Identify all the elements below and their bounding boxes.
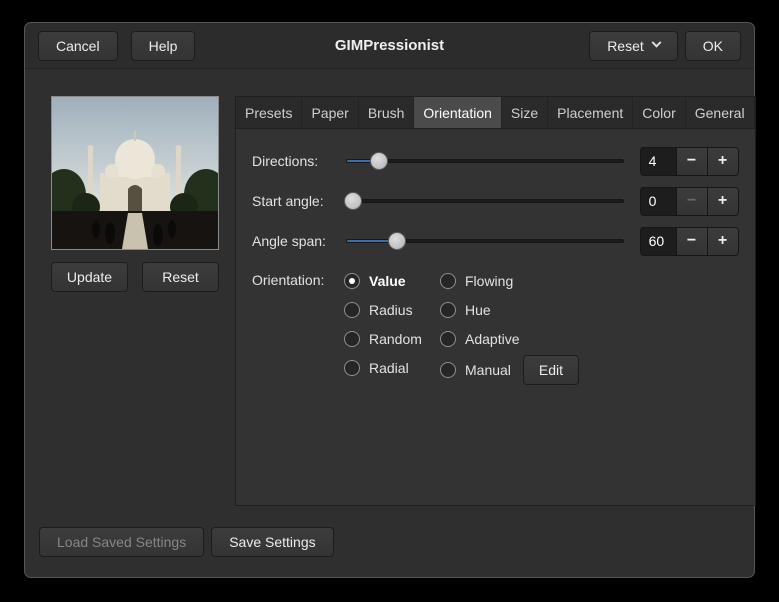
ok-button[interactable]: OK bbox=[684, 30, 741, 61]
radio-icon bbox=[440, 272, 456, 289]
reset-preview-button[interactable]: Reset bbox=[142, 262, 219, 292]
start-angle-value[interactable]: 0 bbox=[639, 186, 677, 216]
main-content: Update Reset Presets Paper Brush Orienta… bbox=[25, 69, 756, 506]
slider-fill bbox=[347, 240, 394, 242]
directions-slider[interactable] bbox=[344, 146, 626, 176]
radio-icon bbox=[440, 301, 456, 318]
radio-value[interactable]: Value bbox=[344, 266, 440, 295]
slider-handle[interactable] bbox=[344, 192, 362, 210]
orientation-radio-group: Orientation: Value Radius Random Radial … bbox=[252, 266, 739, 387]
directions-spinbutton: 4 − + bbox=[639, 146, 739, 176]
tab-general[interactable]: General bbox=[686, 97, 755, 128]
footer-bar: Load Saved Settings Save Settings bbox=[39, 527, 334, 557]
slider-handle[interactable] bbox=[388, 232, 407, 250]
preview-frame bbox=[51, 96, 219, 250]
directions-plus-button[interactable]: + bbox=[707, 146, 739, 176]
radio-grid: Value Radius Random Radial Flowing Hue A… bbox=[344, 266, 580, 387]
update-preview-button[interactable]: Update bbox=[51, 262, 128, 292]
minus-icon: − bbox=[686, 192, 697, 209]
start-angle-row: Start angle: 0 − + bbox=[252, 186, 739, 216]
radio-random[interactable]: Random bbox=[344, 324, 440, 353]
radio-hue[interactable]: Hue bbox=[440, 295, 579, 324]
edit-button[interactable]: Edit bbox=[522, 355, 580, 385]
tab-placement[interactable]: Placement bbox=[548, 97, 634, 128]
preview-panel: Update Reset bbox=[51, 96, 219, 506]
radio-flowing[interactable]: Flowing bbox=[440, 266, 579, 295]
start-angle-label: Start angle: bbox=[252, 193, 324, 209]
radio-icon bbox=[344, 330, 360, 347]
directions-label: Directions: bbox=[252, 153, 319, 169]
chevron-down-icon bbox=[651, 37, 662, 48]
tab-presets[interactable]: Presets bbox=[236, 97, 303, 128]
load-saved-settings-button[interactable]: Load Saved Settings bbox=[39, 527, 205, 557]
manual-row: Manual Edit bbox=[440, 353, 580, 387]
radio-icon bbox=[440, 330, 456, 347]
settings-notebook: Presets Paper Brush Orientation Size Pla… bbox=[235, 96, 756, 506]
slider-handle[interactable] bbox=[370, 152, 389, 170]
tab-brush[interactable]: Brush bbox=[359, 97, 415, 128]
tab-color[interactable]: Color bbox=[633, 97, 686, 128]
start-angle-plus-button[interactable]: + bbox=[707, 186, 739, 216]
minus-icon: − bbox=[686, 232, 697, 249]
directions-minus-button[interactable]: − bbox=[676, 146, 708, 176]
angle-span-value[interactable]: 60 bbox=[639, 226, 677, 256]
header-bar: GIMPressionist Cancel Help Reset OK bbox=[25, 23, 754, 69]
angle-span-label: Angle span: bbox=[252, 233, 326, 249]
orientation-panel: Directions: 4 − + Start angle: 0 − + Ang… bbox=[236, 129, 755, 397]
angle-span-spinbutton: 60 − + bbox=[639, 226, 739, 256]
reset-dropdown-button[interactable]: Reset bbox=[589, 30, 678, 61]
tab-orientation[interactable]: Orientation bbox=[414, 97, 502, 128]
gimpressionist-dialog: GIMPressionist Cancel Help Reset OK Upda… bbox=[24, 22, 756, 578]
save-settings-button[interactable]: Save Settings bbox=[211, 527, 334, 557]
radio-icon bbox=[344, 359, 360, 376]
reset-dropdown-label: Reset bbox=[607, 37, 644, 54]
plus-icon: + bbox=[717, 152, 728, 169]
plus-icon: + bbox=[717, 232, 728, 249]
slider-trough bbox=[346, 199, 624, 203]
radio-column-2: Flowing Hue Adaptive Manual Edit bbox=[440, 266, 580, 387]
tab-paper[interactable]: Paper bbox=[302, 97, 359, 128]
radio-icon bbox=[440, 362, 456, 378]
start-angle-spinbutton: 0 − + bbox=[639, 186, 739, 216]
minus-icon: − bbox=[686, 152, 697, 169]
tab-bar: Presets Paper Brush Orientation Size Pla… bbox=[236, 97, 755, 129]
angle-span-row: Angle span: 60 − + bbox=[252, 226, 739, 256]
start-angle-minus-button[interactable]: − bbox=[676, 186, 708, 216]
directions-row: Directions: 4 − + bbox=[252, 146, 739, 176]
radio-radius[interactable]: Radius bbox=[344, 295, 440, 324]
plus-icon: + bbox=[717, 192, 728, 209]
angle-span-minus-button[interactable]: − bbox=[676, 226, 708, 256]
angle-span-slider[interactable] bbox=[344, 226, 626, 256]
radio-column-1: Value Radius Random Radial bbox=[344, 266, 440, 387]
radio-selected-icon bbox=[344, 272, 360, 289]
radio-manual[interactable]: Manual bbox=[440, 356, 511, 385]
cancel-button[interactable]: Cancel bbox=[38, 30, 118, 61]
preview-actions: Update Reset bbox=[51, 262, 219, 292]
angle-span-plus-button[interactable]: + bbox=[707, 226, 739, 256]
directions-value[interactable]: 4 bbox=[639, 146, 677, 176]
orientation-label: Orientation: bbox=[252, 272, 325, 288]
radio-icon bbox=[344, 301, 360, 318]
start-angle-slider[interactable] bbox=[344, 186, 626, 216]
radio-adaptive[interactable]: Adaptive bbox=[440, 324, 579, 353]
tab-size[interactable]: Size bbox=[502, 97, 549, 128]
header-actions: Reset OK bbox=[589, 30, 741, 61]
preview-image bbox=[52, 97, 218, 249]
radio-radial[interactable]: Radial bbox=[344, 353, 440, 382]
help-button[interactable]: Help bbox=[130, 30, 196, 61]
